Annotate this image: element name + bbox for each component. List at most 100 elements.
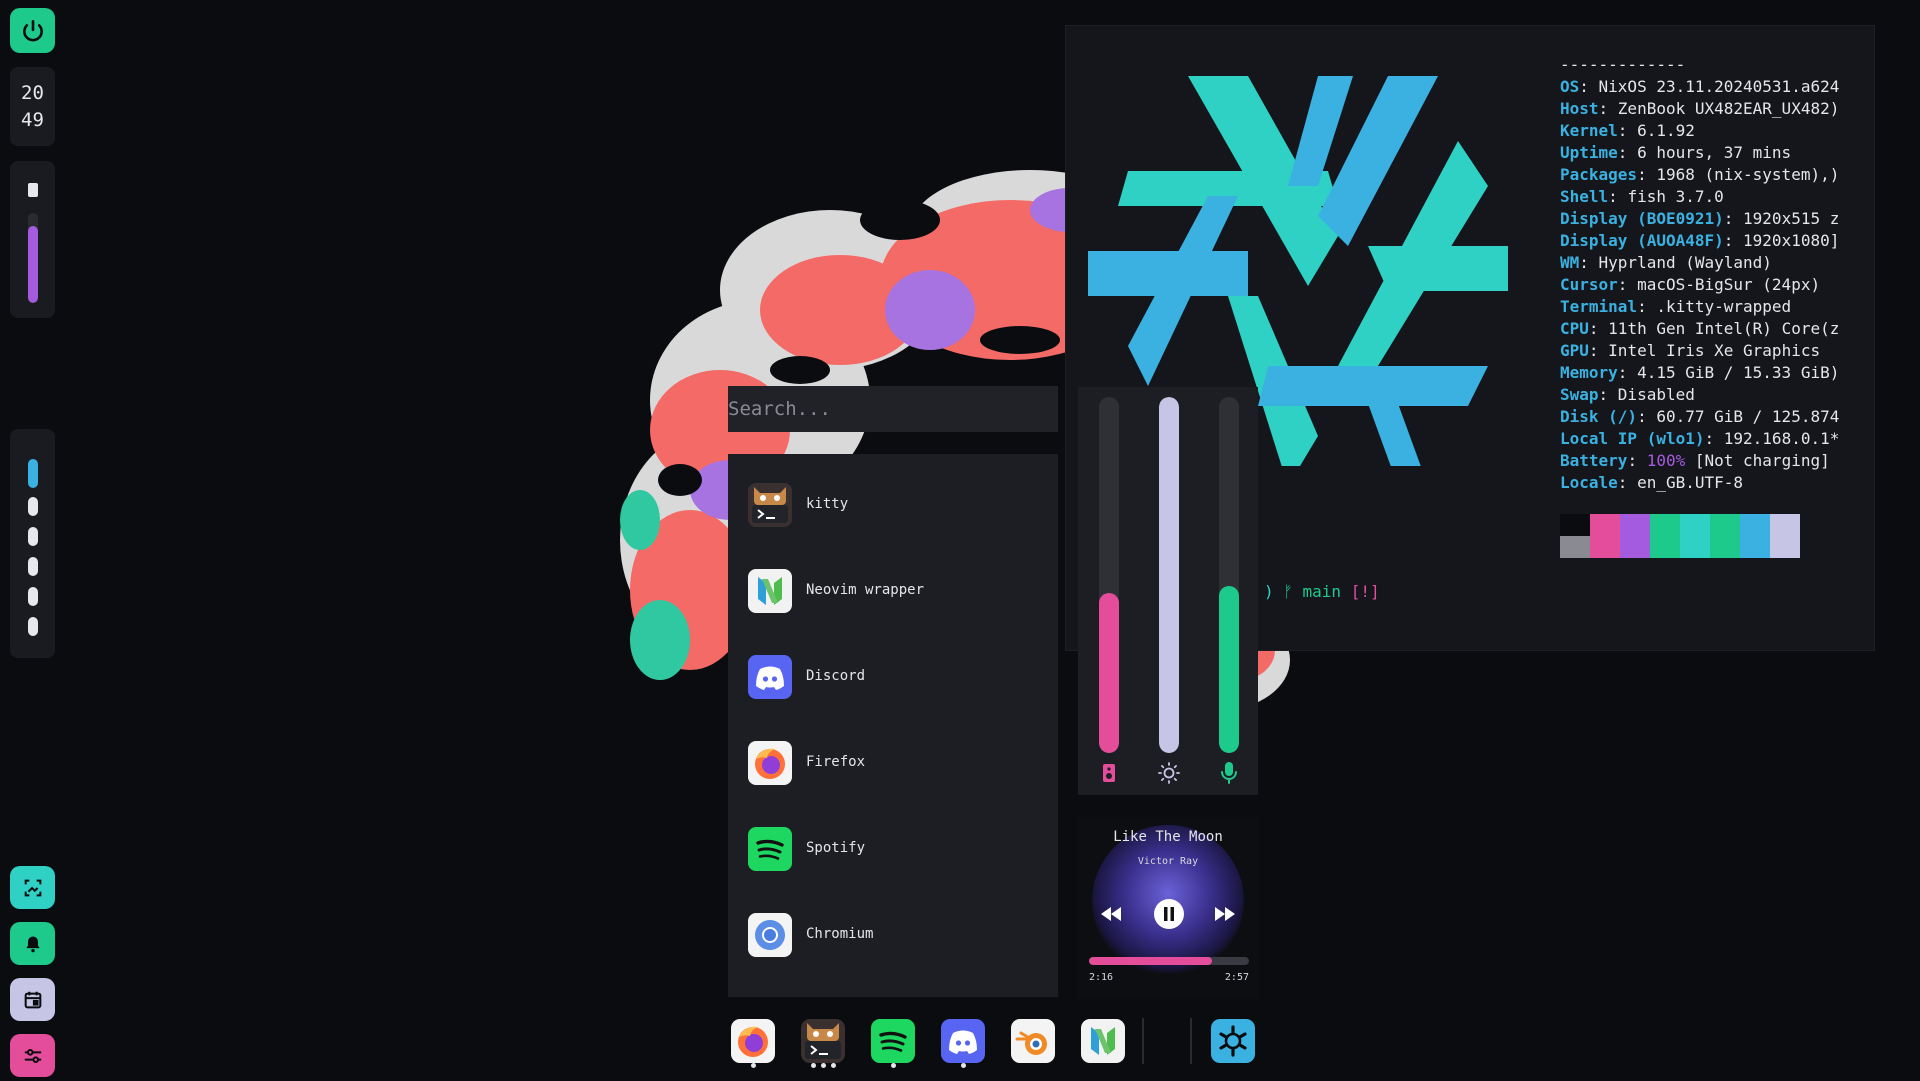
sliders-button[interactable]	[10, 1034, 55, 1077]
screenshot-icon	[22, 877, 44, 899]
dock-blender[interactable]	[1011, 1019, 1055, 1063]
app-item-neovim-wrapper[interactable]: Neovim wrapper	[728, 558, 1058, 624]
clock-minutes: 49	[21, 108, 44, 131]
info-value: :	[1627, 451, 1647, 470]
app-item-spotify[interactable]: Spotify	[728, 816, 1058, 882]
media-player: Like The Moon Victor Ray 2:16 2:57	[1078, 817, 1258, 997]
microphone-icon[interactable]	[1217, 761, 1241, 785]
dock-neovim[interactable]	[1081, 1019, 1125, 1063]
progress-bar[interactable]	[1089, 957, 1249, 965]
dock-firefox[interactable]	[731, 1019, 775, 1063]
sun-icon[interactable]	[1157, 761, 1181, 785]
app-label: kitty	[806, 496, 849, 512]
system-info: ------------- OS: NixOS 23.11.20240531.a6…	[1560, 54, 1839, 494]
previous-button[interactable]	[1100, 903, 1122, 925]
track-title: Like The Moon	[1113, 829, 1223, 845]
git-branch-name: main	[1302, 582, 1342, 601]
info-key: Swap	[1560, 385, 1599, 404]
bell-button[interactable]	[10, 922, 55, 965]
track-artist: Victor Ray	[1137, 856, 1199, 867]
speaker-icon[interactable]	[1097, 761, 1121, 785]
workspace-1-button[interactable]	[28, 459, 38, 488]
shell-prompt: ) ᚠ main [!]	[1264, 582, 1380, 601]
info-value: : ZenBook UX482EAR_UX482)	[1598, 99, 1840, 118]
calendar-icon	[22, 989, 44, 1011]
app-item-discord[interactable]: Discord	[728, 644, 1058, 710]
dock-separator	[1142, 1018, 1144, 1064]
info-value: : 1968 (nix-system),)	[1637, 165, 1840, 184]
app-item-kitty[interactable]: kitty	[728, 472, 1058, 538]
dock-discord[interactable]	[941, 1019, 985, 1063]
blender-icon	[1011, 1019, 1055, 1063]
dock-spotify[interactable]	[871, 1019, 915, 1063]
palette-swatch	[1740, 514, 1770, 558]
workspaces	[10, 429, 55, 658]
info-value: : NixOS 23.11.20240531.a624	[1579, 77, 1840, 96]
info-value: : 4.15 GiB / 15.33 GiB)	[1617, 363, 1840, 382]
battery-icon	[28, 183, 38, 197]
discord-icon	[748, 655, 792, 699]
dock-kitty[interactable]	[801, 1019, 845, 1063]
app-item-firefox[interactable]: Firefox	[728, 730, 1058, 796]
info-value: : Disabled	[1598, 385, 1695, 404]
workspace-5-button[interactable]	[28, 587, 38, 606]
neovim-icon	[1081, 1019, 1125, 1063]
total-time: 2:57	[1224, 972, 1249, 983]
microphone-slider[interactable]	[1219, 397, 1239, 753]
spotify-icon	[871, 1019, 915, 1063]
git-branch-icon: ᚠ	[1283, 582, 1293, 601]
chromium-icon	[748, 913, 792, 957]
app-label: Chromium	[806, 926, 874, 942]
screenshot-button[interactable]	[10, 866, 55, 909]
workspace-2-button[interactable]	[28, 497, 38, 516]
firefox-icon	[731, 1019, 775, 1063]
kitty-icon	[748, 483, 792, 527]
info-key: Cursor	[1560, 275, 1618, 294]
fast-forward-icon	[1215, 907, 1235, 921]
dock-nixos-settings[interactable]	[1211, 1019, 1255, 1063]
palette-swatch	[1710, 514, 1740, 558]
play-pause-button[interactable]	[1154, 899, 1184, 929]
info-value: : Intel Iris Xe Graphics	[1588, 341, 1821, 360]
pause-icon	[1164, 907, 1174, 921]
info-value: : .kitty-wrapped	[1637, 297, 1792, 316]
info-value: : 192.168.0.1*	[1704, 429, 1840, 448]
info-value: : 60.77 GiB / 125.874	[1637, 407, 1840, 426]
palette-swatch	[1680, 514, 1710, 558]
app-item-chromium[interactable]: Chromium	[728, 902, 1058, 968]
info-key: Host	[1560, 99, 1599, 118]
palette-swatch	[1590, 514, 1620, 558]
calendar-button[interactable]	[10, 978, 55, 1021]
power-button[interactable]	[10, 8, 55, 53]
info-value: : 6.1.92	[1617, 121, 1695, 140]
brightness-slider[interactable]	[1159, 397, 1179, 753]
launcher-search-input[interactable]	[728, 386, 1058, 432]
kitty-icon	[801, 1019, 845, 1063]
info-key: Shell	[1560, 187, 1609, 206]
workspace-6-button[interactable]	[28, 617, 38, 636]
running-indicator	[961, 1063, 966, 1068]
info-key: Disk (/)	[1560, 407, 1638, 426]
clock: 20 49	[10, 67, 55, 146]
battery-percent: 100%	[1646, 451, 1686, 470]
palette-swatch	[1620, 514, 1650, 558]
volume-slider[interactable]	[1099, 397, 1119, 753]
info-value: : 11th Gen Intel(R) Core(z	[1588, 319, 1840, 338]
workspace-3-button[interactable]	[28, 527, 38, 546]
running-indicator	[891, 1063, 896, 1068]
battery-bar	[28, 213, 38, 303]
left-panel: 20 49	[0, 0, 64, 1081]
info-key: Display (BOE0921)	[1560, 209, 1724, 228]
running-indicator	[751, 1063, 756, 1068]
battery-status: [Not charging]	[1685, 451, 1830, 470]
rewind-icon	[1101, 907, 1121, 921]
next-button[interactable]	[1214, 903, 1236, 925]
info-value: : macOS-BigSur (24px)	[1617, 275, 1821, 294]
workspace-4-button[interactable]	[28, 557, 38, 576]
running-indicator	[811, 1063, 816, 1068]
separator: -------------	[1560, 55, 1686, 74]
info-key: Terminal	[1560, 297, 1638, 316]
brightness-slider-fill	[1159, 397, 1179, 753]
app-label: Neovim wrapper	[806, 582, 925, 598]
info-key: Packages	[1560, 165, 1638, 184]
